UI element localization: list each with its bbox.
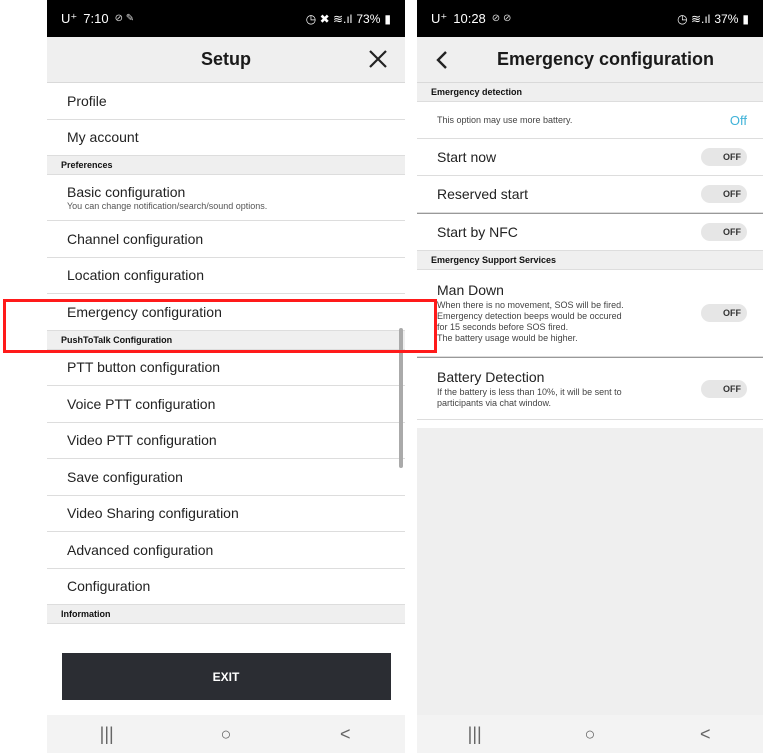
battery-percent: 73% bbox=[356, 11, 381, 26]
recent-apps-icon[interactable]: ||| bbox=[87, 724, 127, 745]
clock: 7:10 bbox=[83, 11, 109, 26]
page-title: Setup bbox=[200, 49, 251, 69]
exit-button[interactable]: EXIT bbox=[61, 653, 391, 700]
menu-item-profile[interactable]: Profile bbox=[47, 83, 405, 120]
signal-icons: ◷ ✖ ≋.ıl bbox=[305, 11, 353, 26]
battery-detection-desc-line: If the battery is less than 10%, it will… bbox=[437, 386, 622, 397]
signal-icons: ◷ ≋.ıl bbox=[677, 11, 711, 26]
menu-item-label: Emergency configuration bbox=[67, 303, 222, 320]
start-nfc-row: Start by NFC OFF bbox=[417, 214, 763, 251]
reserved-start-row: Reserved start OFF bbox=[417, 176, 763, 213]
menu-item-channel-configuration[interactable]: Channel configuration bbox=[47, 221, 405, 258]
system-nav-bar: ||| ○ < bbox=[47, 715, 405, 753]
man-down-toggle[interactable]: OFF bbox=[701, 304, 747, 322]
battery-percent: 37% bbox=[714, 11, 739, 26]
menu-item-label: Profile bbox=[67, 92, 107, 109]
battery-icon: ▮ bbox=[742, 11, 749, 26]
battery-detection-desc-line: participants via chat window. bbox=[437, 397, 552, 408]
battery-detection-toggle[interactable]: OFF bbox=[701, 379, 747, 398]
menu-item-save-configuration[interactable]: Save configuration bbox=[47, 459, 405, 496]
menu-item-label: Location configuration bbox=[67, 267, 204, 284]
menu-item-label: Configuration bbox=[67, 578, 151, 595]
menu-item-label: Channel configuration bbox=[67, 230, 204, 247]
clock: 10:28 bbox=[453, 11, 486, 26]
reserved-start-label: Reserved start bbox=[437, 186, 529, 202]
section-header-emergency-support: Emergency Support Services bbox=[417, 251, 763, 270]
emergency-configuration-screen: U⁺ 10:28 ⊘ ⊘ ◷ ≋.ıl 37% ▮ Emergency conf… bbox=[417, 0, 763, 753]
battery-option-note: This option may use more battery. bbox=[437, 115, 573, 125]
close-icon[interactable] bbox=[365, 46, 391, 72]
home-icon[interactable]: ○ bbox=[206, 724, 246, 745]
menu-item-subtitle: You can change notification/search/sound… bbox=[67, 201, 268, 211]
menu-item-label: PTT button configuration bbox=[67, 359, 221, 376]
battery-detection-label: Battery Detection bbox=[437, 368, 545, 385]
menu-item-label: Advanced configuration bbox=[67, 541, 214, 558]
menu-item-basic-configuration[interactable]: Basic configuration You can change notif… bbox=[47, 175, 405, 221]
notification-icons: ⊘ ✎ bbox=[114, 13, 135, 24]
menu-item-video-sharing[interactable]: Video Sharing configuration bbox=[47, 495, 405, 532]
carrier-label: U⁺ bbox=[61, 10, 78, 26]
section-header-information: Information bbox=[47, 605, 405, 624]
back-arrow-icon[interactable] bbox=[429, 47, 455, 73]
man-down-desc-line: Emergency detection beeps would be occur… bbox=[437, 311, 622, 322]
menu-item-advanced-configuration[interactable]: Advanced configuration bbox=[47, 532, 405, 569]
home-icon[interactable]: ○ bbox=[570, 724, 610, 745]
section-header-ptt: PushToTalk Configuration bbox=[47, 330, 405, 350]
start-now-row: Start now OFF bbox=[417, 139, 763, 176]
start-nfc-toggle[interactable]: OFF bbox=[701, 223, 747, 241]
menu-item-label: Voice PTT configuration bbox=[67, 395, 216, 412]
section-header-preferences: Preferences bbox=[47, 156, 405, 175]
menu-item-label: Video PTT configuration bbox=[67, 432, 217, 449]
title-bar: Setup bbox=[47, 37, 405, 83]
menu-item-label: Basic configuration bbox=[67, 184, 186, 200]
menu-item-location-configuration[interactable]: Location configuration bbox=[47, 257, 405, 294]
setup-screen: U⁺ 7:10 ⊘ ✎ ◷ ✖ ≋.ıl 73% ▮ Setup Profile… bbox=[47, 0, 405, 753]
start-now-label: Start now bbox=[437, 149, 497, 165]
menu-item-my-account[interactable]: My account bbox=[47, 119, 405, 156]
menu-item-emergency-configuration[interactable]: Emergency configuration bbox=[47, 294, 405, 331]
battery-option-row[interactable]: This option may use more battery. Off bbox=[417, 102, 763, 139]
man-down-row: Man Down When there is no movement, SOS … bbox=[417, 270, 763, 357]
battery-icon: ▮ bbox=[384, 11, 391, 26]
status-bar: U⁺ 7:10 ⊘ ✎ ◷ ✖ ≋.ıl 73% ▮ bbox=[47, 0, 405, 37]
status-bar: U⁺ 10:28 ⊘ ⊘ ◷ ≋.ıl 37% ▮ bbox=[417, 0, 763, 37]
man-down-label: Man Down bbox=[437, 282, 504, 299]
scrollbar[interactable] bbox=[399, 328, 403, 468]
battery-option-value[interactable]: Off bbox=[730, 113, 747, 128]
title-bar: Emergency configuration bbox=[417, 37, 763, 83]
menu-item-label: Video Sharing configuration bbox=[67, 505, 239, 522]
empty-area bbox=[417, 428, 763, 715]
menu-item-video-ptt[interactable]: Video PTT configuration bbox=[47, 422, 405, 459]
carrier-label: U⁺ bbox=[431, 10, 448, 26]
page-title: Emergency configuration bbox=[497, 49, 715, 69]
back-icon[interactable]: < bbox=[325, 724, 365, 745]
back-icon[interactable]: < bbox=[685, 724, 725, 745]
man-down-desc-line: The battery usage would be higher. bbox=[437, 332, 578, 343]
reserved-start-toggle[interactable]: OFF bbox=[701, 185, 747, 203]
menu-item-label: Save configuration bbox=[67, 468, 183, 485]
notification-icons: ⊘ ⊘ bbox=[491, 13, 512, 24]
man-down-desc-line: for 15 seconds before SOS fired. bbox=[437, 322, 569, 332]
man-down-desc-line: When there is no movement, SOS will be f… bbox=[437, 300, 624, 311]
menu-item-voice-ptt[interactable]: Voice PTT configuration bbox=[47, 386, 405, 423]
menu-item-configuration[interactable]: Configuration bbox=[47, 568, 405, 605]
section-header-emergency-detection: Emergency detection bbox=[417, 83, 763, 102]
start-now-toggle[interactable]: OFF bbox=[701, 148, 747, 166]
menu-item-ptt-button[interactable]: PTT button configuration bbox=[47, 349, 405, 386]
battery-detection-row: Battery Detection If the battery is less… bbox=[417, 358, 763, 420]
start-nfc-label: Start by NFC bbox=[437, 224, 518, 240]
system-nav-bar: ||| ○ < bbox=[417, 715, 763, 753]
recent-apps-icon[interactable]: ||| bbox=[455, 724, 495, 745]
menu-item-label: My account bbox=[67, 129, 139, 146]
